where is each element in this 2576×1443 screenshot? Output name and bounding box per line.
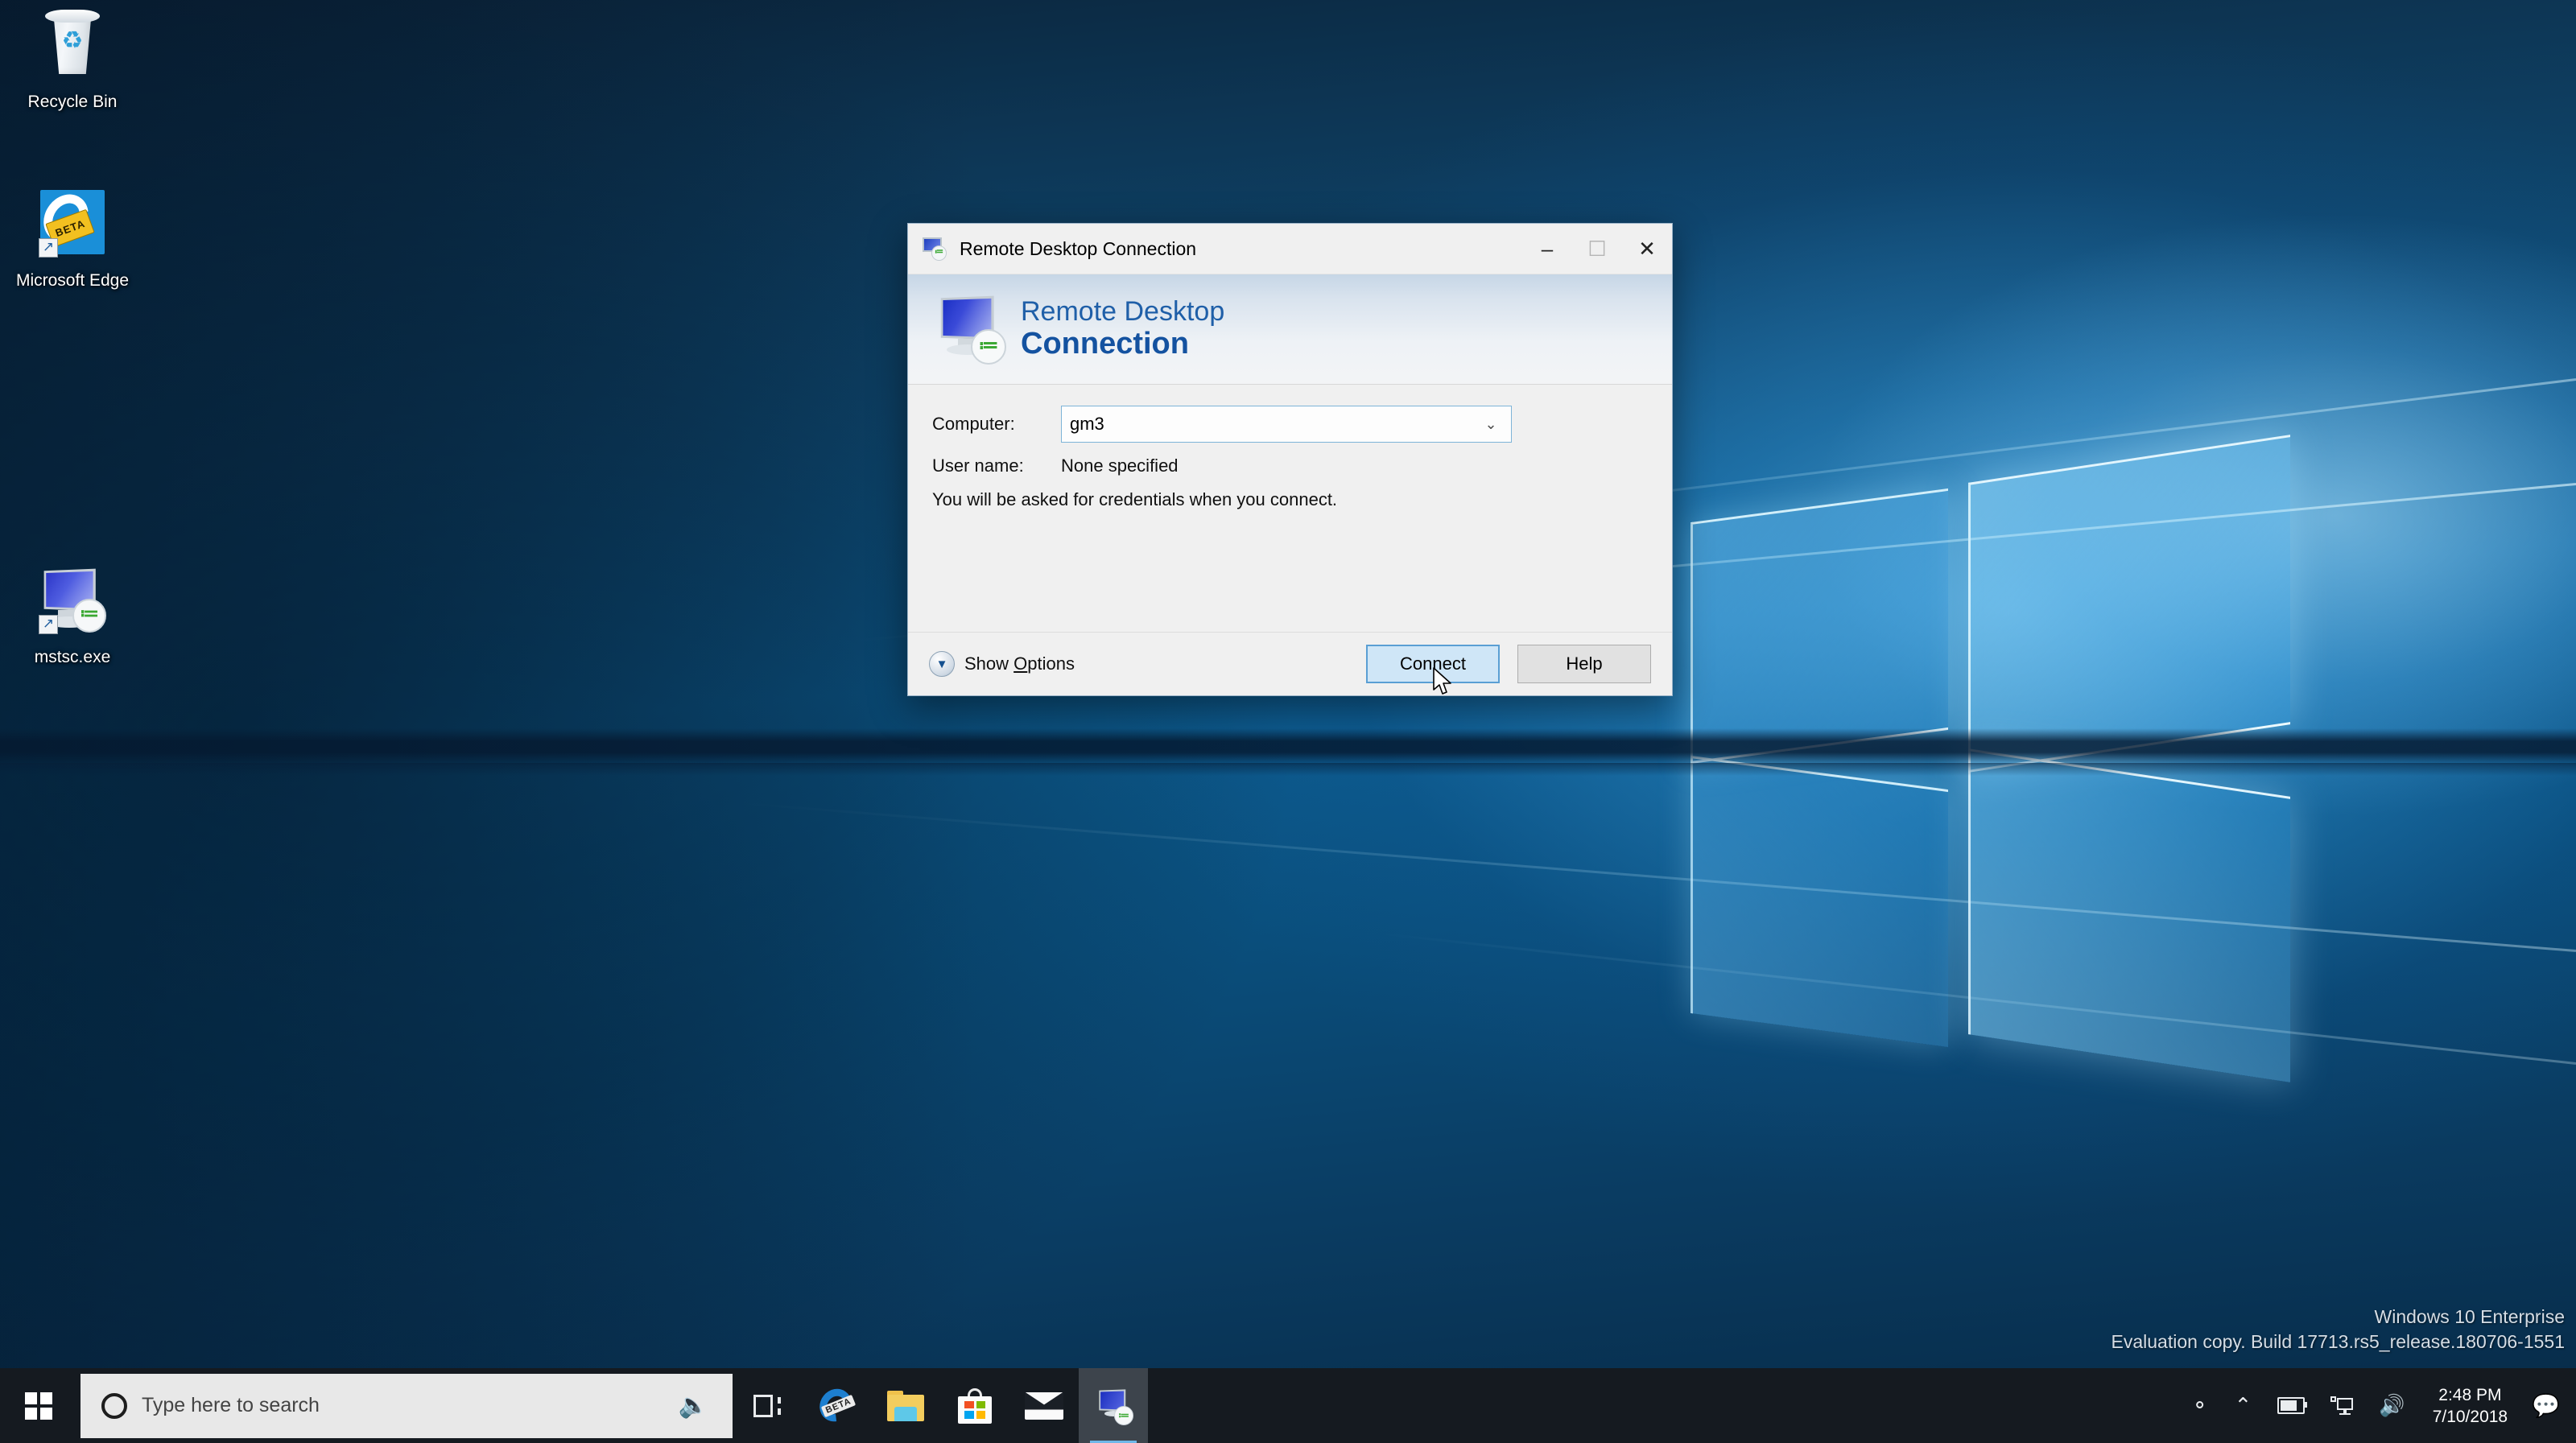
minimize-button[interactable]: –: [1522, 224, 1572, 274]
search-box[interactable]: Type here to search 🔈: [80, 1373, 733, 1438]
desktop-icon-recycle-bin[interactable]: ♻ Recycle Bin: [5, 8, 140, 112]
wallpaper-vignette: [0, 0, 2576, 1443]
taskbar[interactable]: Type here to search 🔈 BETA ≔ ⚬ ⌃ 🔊 2:48 …: [0, 1368, 2576, 1443]
microsoft-store-icon: [958, 1387, 992, 1424]
microphone-icon[interactable]: 🔈: [679, 1391, 708, 1420]
banner-title-line-2: Connection: [1021, 326, 1189, 361]
taskbar-file-explorer-button[interactable]: [871, 1368, 940, 1443]
taskbar-task-view-button[interactable]: [733, 1368, 802, 1443]
computer-combobox[interactable]: ⌄: [1061, 406, 1512, 443]
computer-field-row: Computer: ⌄: [932, 406, 1648, 443]
connect-button[interactable]: Connect: [1366, 645, 1500, 683]
username-value: None specified: [1061, 456, 1179, 476]
desktop[interactable]: ♻ Recycle Bin BETA ↗ Microsoft Edge ≔ ↗ …: [0, 0, 2576, 1443]
computer-input[interactable]: [1062, 407, 1464, 441]
dialog-footer: ▼ Show Options Connect Help: [908, 632, 1672, 695]
desktop-icon-label: mstsc.exe: [34, 648, 111, 666]
microsoft-edge-icon: BETA ↗: [34, 185, 111, 264]
taskbar-remote-desktop-button[interactable]: ≔: [1079, 1368, 1148, 1443]
watermark-line-2: Evaluation copy. Build 17713.rs5_release…: [2111, 1331, 2565, 1352]
desktop-icon-label: Microsoft Edge: [15, 271, 130, 290]
watermark-line-1: Windows 10 Enterprise: [2374, 1306, 2566, 1327]
mail-icon: [1025, 1391, 1063, 1420]
show-options-suffix: ptions: [1027, 653, 1075, 674]
network-icon[interactable]: [2318, 1368, 2366, 1443]
search-placeholder: Type here to search: [142, 1394, 320, 1416]
cortana-icon: [101, 1392, 127, 1419]
show-options-toggle[interactable]: ▼ Show Options: [929, 651, 1348, 677]
system-tray[interactable]: ⚬ ⌃ 🔊 2:48 PM 7/10/2018 💬: [2178, 1368, 2576, 1443]
people-icon[interactable]: ⚬: [2178, 1368, 2222, 1443]
chevron-down-icon[interactable]: ⌄: [1471, 406, 1511, 442]
chevron-down-icon: ▼: [929, 651, 955, 677]
remote-desktop-icon: ≔: [1095, 1388, 1133, 1425]
clock-date: 7/10/2018: [2432, 1407, 2508, 1426]
remote-desktop-titlebar-icon: ≔: [923, 236, 948, 262]
wallpaper-dark-band-soft: [0, 763, 2576, 776]
show-options-accelerator: O: [1013, 653, 1028, 674]
shortcut-arrow-icon: ↗: [39, 615, 58, 634]
file-explorer-icon: [887, 1390, 924, 1421]
clock-time: 2:48 PM: [2438, 1385, 2502, 1404]
show-options-prefix: Show: [964, 653, 1014, 674]
window-titlebar[interactable]: ≔ Remote Desktop Connection – ☐ ✕: [908, 224, 1672, 274]
computer-label: Computer:: [932, 414, 1015, 434]
battery-icon[interactable]: [2264, 1368, 2318, 1443]
action-center-icon[interactable]: 💬: [2522, 1368, 2576, 1443]
shortcut-arrow-icon: ↗: [39, 238, 58, 258]
taskbar-microsoft-edge-button[interactable]: BETA: [802, 1368, 871, 1443]
windows-logo-icon: [25, 1391, 52, 1420]
wallpaper-dark-band: [0, 728, 2576, 765]
username-label: User name:: [932, 456, 1024, 476]
close-button[interactable]: ✕: [1622, 224, 1672, 274]
remote-desktop-connection-window[interactable]: ≔ Remote Desktop Connection – ☐ ✕ ≔ Remo…: [907, 223, 1673, 696]
credentials-note: You will be asked for credentials when y…: [932, 489, 1338, 509]
taskbar-microsoft-store-button[interactable]: [940, 1368, 1009, 1443]
task-view-icon: [753, 1394, 781, 1417]
desktop-icon-label: Recycle Bin: [27, 93, 118, 111]
microsoft-edge-icon: BETA: [813, 1382, 858, 1428]
taskbar-mail-button[interactable]: [1009, 1368, 1079, 1443]
remote-desktop-logo-icon: ≔: [932, 292, 1006, 366]
show-hidden-icons-chevron-up-icon[interactable]: ⌃: [2222, 1368, 2265, 1443]
windows-evaluation-watermark: Windows 10 Enterprise Evaluation copy. B…: [2112, 1305, 2565, 1354]
maximize-button[interactable]: ☐: [1572, 224, 1622, 274]
remote-desktop-icon: ≔ ↗: [34, 563, 111, 641]
desktop-icon-mstsc[interactable]: ≔ ↗ mstsc.exe: [5, 563, 140, 667]
recycle-bin-icon: ♻: [34, 8, 111, 85]
dialog-banner: ≔ Remote Desktop Connection: [908, 274, 1672, 385]
dialog-body: Computer: ⌄ User name: None specified Yo…: [908, 385, 1672, 510]
window-controls: – ☐ ✕: [1522, 224, 1672, 274]
username-field-row: User name: None specified: [932, 456, 1648, 476]
volume-icon[interactable]: 🔊: [2366, 1368, 2417, 1443]
desktop-icon-microsoft-edge[interactable]: BETA ↗ Microsoft Edge: [5, 185, 140, 291]
show-options-label: Show Options: [964, 653, 1075, 674]
clock[interactable]: 2:48 PM 7/10/2018: [2418, 1368, 2522, 1443]
window-title: Remote Desktop Connection: [960, 237, 1197, 259]
start-button[interactable]: [0, 1368, 77, 1443]
help-button[interactable]: Help: [1517, 645, 1651, 683]
banner-title-line-1: Remote Desktop: [1021, 296, 1225, 328]
